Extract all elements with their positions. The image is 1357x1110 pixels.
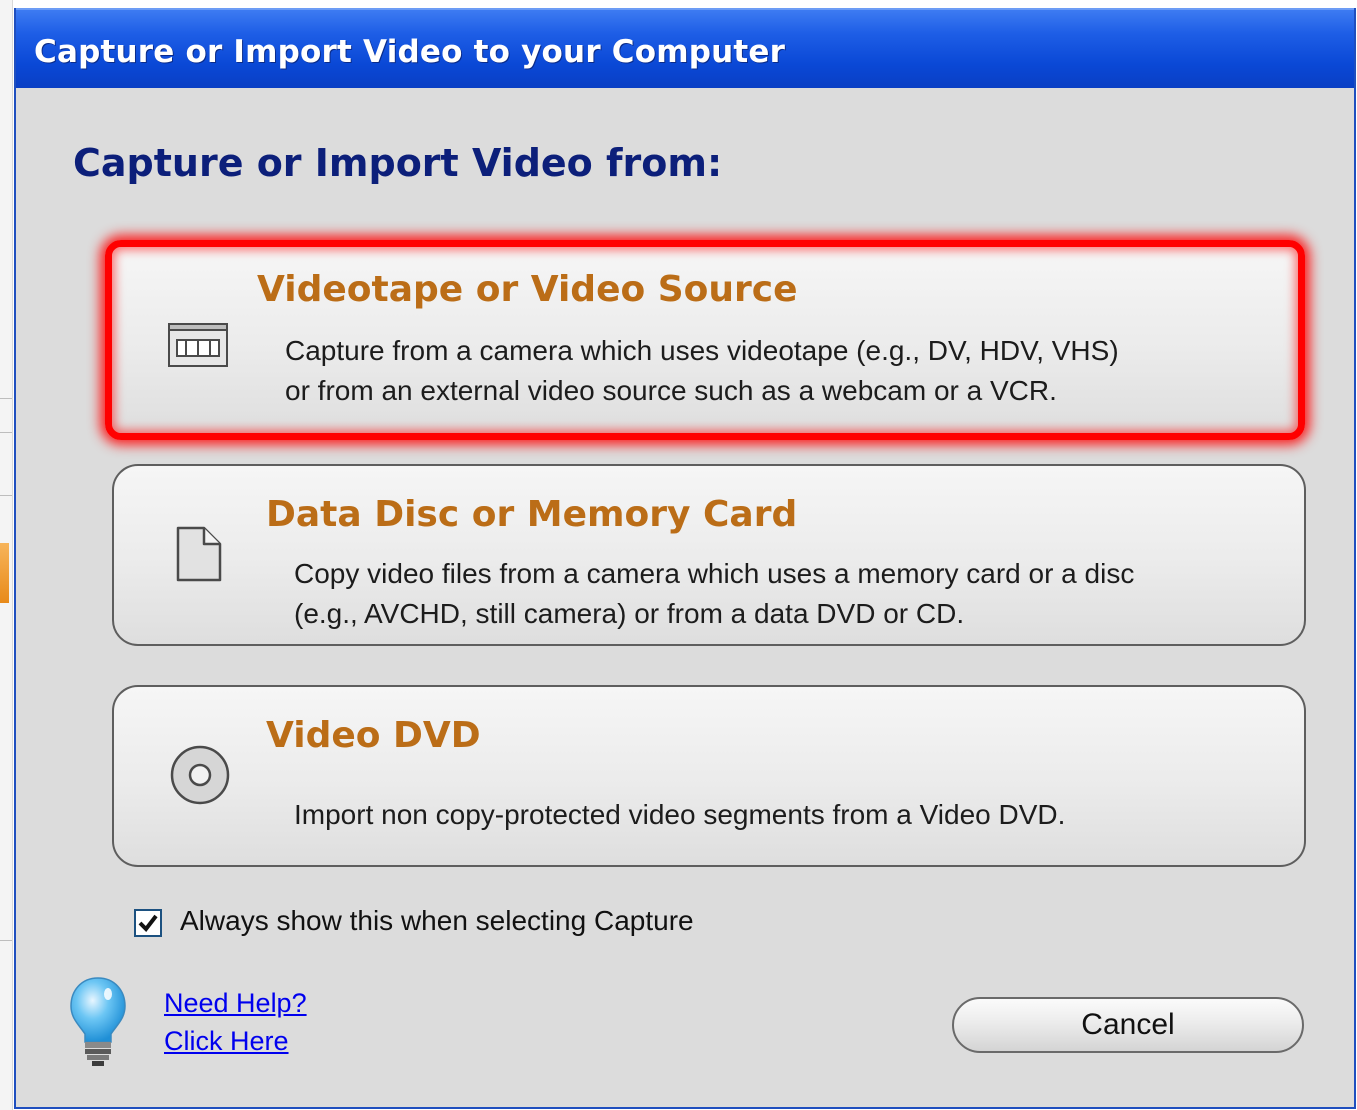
click-here-link[interactable]: Click Here — [164, 1026, 289, 1057]
background-window-edge — [0, 0, 13, 1110]
capture-dialog: Capture or Import Video to your Computer… — [14, 8, 1356, 1109]
option-title: Video DVD — [266, 715, 481, 756]
title-bar[interactable]: Capture or Import Video to your Computer — [16, 8, 1354, 88]
background-orange-tab — [0, 543, 9, 603]
option-description-line1: Copy video files from a camera which use… — [294, 558, 1135, 589]
document-icon — [176, 526, 222, 587]
checkmark-icon — [138, 914, 158, 933]
option-title: Data Disc or Memory Card — [266, 494, 798, 535]
background-divider — [0, 432, 12, 433]
option-description-line2: or from an external video source such as… — [285, 375, 1057, 406]
window-title: Capture or Import Video to your Computer — [34, 34, 786, 70]
always-show-label: Always show this when selecting Capture — [180, 905, 694, 936]
disc-icon — [170, 745, 230, 810]
option-title: Videotape or Video Source — [257, 269, 798, 310]
background-divider — [0, 940, 12, 941]
background-divider — [0, 398, 12, 399]
always-show-checkbox[interactable] — [134, 909, 162, 937]
option-videotape-button[interactable]: Videotape or Video Source Capture from a… — [105, 240, 1305, 440]
option-description-line1: Capture from a camera which uses videota… — [285, 335, 1119, 366]
option-description-line2: (e.g., AVCHD, still camera) or from a da… — [294, 598, 965, 629]
lightbulb-icon — [68, 976, 128, 1073]
option-data-disc-button[interactable]: Data Disc or Memory Card Copy video file… — [112, 464, 1306, 646]
need-help-link[interactable]: Need Help? — [164, 988, 307, 1019]
section-heading: Capture or Import Video from: — [73, 141, 723, 185]
background-divider — [0, 495, 12, 496]
option-video-dvd-button[interactable]: Video DVD Import non copy-protected vide… — [112, 685, 1306, 867]
option-description-line1: Import non copy-protected video segments… — [294, 799, 1066, 830]
cancel-button[interactable]: Cancel — [952, 997, 1304, 1053]
videotape-icon — [168, 323, 228, 372]
